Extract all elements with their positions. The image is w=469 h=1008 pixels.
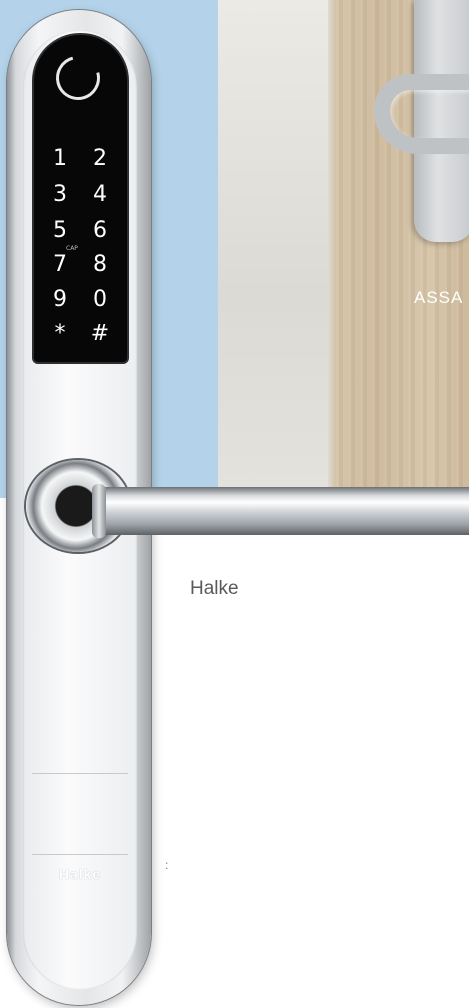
caption-halke: Halke [190,578,239,599]
key-6: 6 [93,218,107,243]
handle-seam-upper [32,773,128,774]
key-5: 5 [53,218,67,243]
key-hash: # [90,321,110,346]
caption-colon: : [165,858,169,872]
key-1: 1 [53,146,67,171]
key-2: 2 [93,146,107,171]
halke-logo: Halke [58,866,102,882]
keypad-cap-label: CAP [66,245,78,252]
key-0: 0 [93,287,107,312]
key-9: 9 [53,287,67,312]
door-edge [218,0,328,490]
assa-label: ASSA [414,288,464,307]
assa-lever-handle [374,74,469,154]
key-3: 3 [53,182,67,207]
key-7: 7 [53,252,67,277]
handle-seam-lower [32,854,128,855]
lever-collar [92,484,106,538]
door-photo: ASSA [218,0,469,490]
key-8: 8 [93,252,107,277]
lever-bar [92,487,469,535]
key-4: 4 [93,182,107,207]
key-star: * [54,321,66,346]
